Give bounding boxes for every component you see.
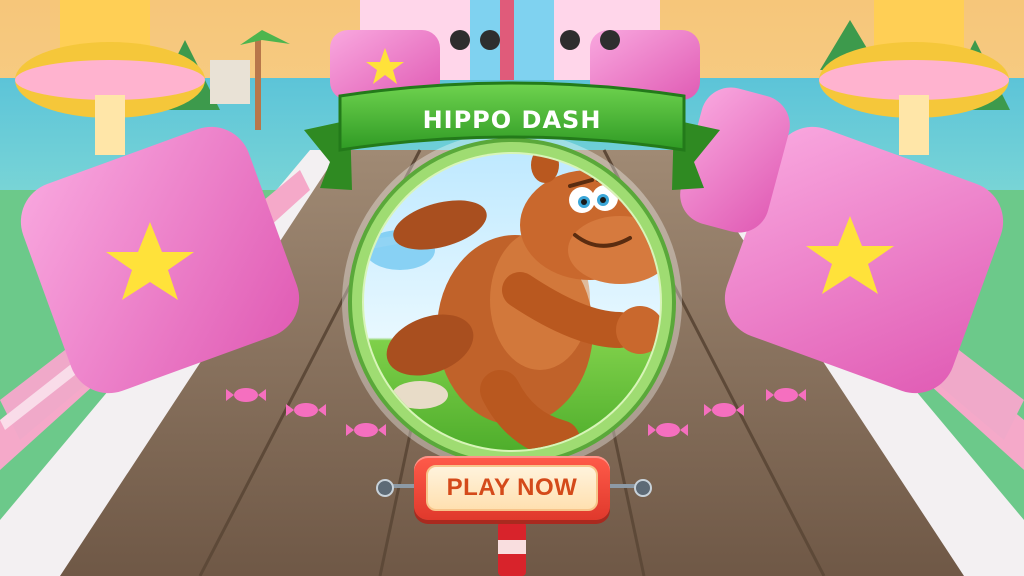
game-title: HIPPO DASH xyxy=(423,106,602,134)
play-button-label: PLAY NOW xyxy=(446,474,578,501)
button-knob-right xyxy=(634,479,652,497)
button-knob-left xyxy=(376,479,394,497)
title-emblem xyxy=(342,132,682,472)
play-now-button[interactable]: PLAY NOW xyxy=(414,456,610,520)
soda-can xyxy=(498,522,526,576)
play-button-face: PLAY NOW xyxy=(426,465,598,511)
